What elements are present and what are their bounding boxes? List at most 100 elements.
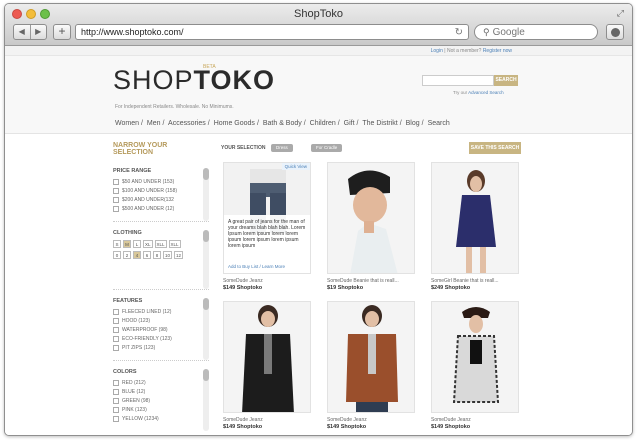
- size-chip[interactable]: XLL: [168, 240, 181, 248]
- filter-option[interactable]: BLUE (12): [113, 388, 209, 397]
- size-chip[interactable]: 10: [163, 251, 173, 259]
- checkbox[interactable]: [113, 326, 119, 333]
- nav-children[interactable]: Children: [310, 120, 336, 127]
- product-price: $149 Shoptoko: [223, 424, 263, 430]
- product-image[interactable]: [327, 301, 415, 413]
- filter-option[interactable]: HOOD (123): [113, 317, 209, 326]
- checkbox[interactable]: [113, 196, 119, 203]
- product-image[interactable]: [327, 162, 415, 274]
- downloads-button[interactable]: [606, 24, 624, 40]
- size-chip[interactable]: 8: [153, 251, 161, 259]
- checkbox[interactable]: [113, 415, 119, 422]
- checkbox[interactable]: [113, 406, 119, 413]
- nav-accessories[interactable]: Accessories: [168, 120, 206, 127]
- size-chip[interactable]: XLL: [154, 240, 167, 248]
- selection-chip[interactable]: For Cradle: [311, 144, 343, 152]
- nav-bath-body[interactable]: Bath & Body: [263, 120, 302, 127]
- product-price: $249 Shoptoko: [431, 285, 471, 291]
- product-name[interactable]: SomeGirl Beanie that is reall...: [431, 278, 519, 284]
- filter-option[interactable]: GREEN (98): [113, 397, 209, 406]
- filter-option[interactable]: RED (212): [113, 379, 209, 388]
- product-image[interactable]: [431, 162, 519, 274]
- product-image[interactable]: [223, 301, 311, 413]
- checkbox[interactable]: [113, 379, 119, 386]
- filter-option[interactable]: PIT ZIPS (123): [113, 344, 209, 353]
- filter-option[interactable]: YELLOW (1234): [113, 415, 209, 424]
- product-photo: [328, 163, 414, 273]
- product-image[interactable]: Quick View A great pair of jeans for the…: [223, 162, 311, 274]
- forward-button[interactable]: ▶: [29, 25, 47, 39]
- register-link[interactable]: Register now: [483, 48, 512, 54]
- filter-option[interactable]: ECO-FRIENDLY (123): [113, 335, 209, 344]
- product-card[interactable]: Quick View A great pair of jeans for the…: [223, 162, 311, 291]
- nav-the-distrikt[interactable]: The Distrikt: [362, 120, 397, 127]
- nav-home-goods[interactable]: Home Goods: [214, 120, 255, 127]
- add-bookmark-button[interactable]: +: [53, 24, 71, 40]
- size-chip[interactable]: 2: [123, 251, 131, 259]
- facet-scrollbar[interactable]: [203, 230, 209, 289]
- filter-option[interactable]: $200 AND UNDER(132: [113, 196, 209, 205]
- product-name[interactable]: SomeDude Jeanz: [223, 278, 311, 284]
- facet-scrollbar[interactable]: [203, 298, 209, 360]
- address-bar[interactable]: http://www.shoptoko.com/ ↻: [75, 24, 469, 40]
- size-chip[interactable]: 4: [133, 251, 141, 259]
- product-name[interactable]: SomeDude Beanie that is reall...: [327, 278, 415, 284]
- site-search-input[interactable]: [422, 75, 494, 86]
- facet-features: FEATURES FLEECED LINED (12) HOOD (123) W…: [113, 298, 209, 361]
- product-area: YOUR SELECTION Dress For Cradle SAVE THI…: [219, 142, 521, 430]
- fullscreen-icon[interactable]: ⤢: [617, 8, 624, 19]
- nav-men[interactable]: Men: [147, 120, 161, 127]
- size-chip[interactable]: 0: [113, 251, 121, 259]
- product-name[interactable]: SomeDude Jeanz: [327, 417, 415, 423]
- buy-list-link[interactable]: Add to Buy List / Learn More: [228, 264, 285, 270]
- selection-chip[interactable]: Dress: [271, 144, 293, 152]
- reload-icon[interactable]: ↻: [455, 25, 463, 40]
- checkbox[interactable]: [113, 317, 119, 324]
- facet-scrollbar[interactable]: [203, 168, 209, 221]
- product-card[interactable]: SomeDude Jeanz $149 Shoptoko: [327, 301, 415, 430]
- checkbox[interactable]: [113, 308, 119, 315]
- option-label: PINK (123): [122, 407, 147, 413]
- checkbox[interactable]: [113, 205, 119, 212]
- nav-search[interactable]: Search: [428, 120, 450, 127]
- browser-search-field[interactable]: ⚲ Google: [474, 24, 598, 40]
- size-chip[interactable]: M: [123, 240, 131, 248]
- facet-scrollbar[interactable]: [203, 369, 209, 431]
- filter-option[interactable]: $100 AND UNDER (158): [113, 187, 209, 196]
- size-chip[interactable]: XL: [143, 240, 153, 248]
- filter-option[interactable]: FLEECED LINED (12): [113, 308, 209, 317]
- filter-option[interactable]: $500 AND UNDER (12): [113, 205, 209, 214]
- product-image[interactable]: [431, 301, 519, 413]
- nav-blog[interactable]: Blog: [406, 120, 420, 127]
- site-search-button[interactable]: SEARCH: [494, 75, 518, 86]
- filter-option[interactable]: WATERPROOF (98): [113, 326, 209, 335]
- checkbox[interactable]: [113, 388, 119, 395]
- login-link[interactable]: Login: [431, 48, 443, 54]
- back-button[interactable]: ◀: [14, 25, 30, 39]
- checkbox[interactable]: [113, 178, 119, 185]
- product-card[interactable]: SomeDude Beanie that is reall... $19 Sho…: [327, 162, 415, 291]
- product-card[interactable]: SomeDude Jeanz $149 Shoptoko: [431, 301, 519, 430]
- filter-option[interactable]: PINK (123): [113, 406, 209, 415]
- product-card[interactable]: SomeDude Jeanz $149 Shoptoko: [223, 301, 311, 430]
- product-name[interactable]: SomeDude Jeanz: [223, 417, 311, 423]
- checkbox[interactable]: [113, 187, 119, 194]
- nav-gift[interactable]: Gift: [344, 120, 355, 127]
- facet-price: PRICE RANGE $50 AND UNDER (153) $100 AND…: [113, 168, 209, 222]
- checkbox[interactable]: [113, 344, 119, 351]
- site-logo[interactable]: SHOPTOKO: [113, 65, 275, 96]
- product-name[interactable]: SomeDude Jeanz: [431, 417, 519, 423]
- filter-option[interactable]: $50 AND UNDER (153): [113, 178, 209, 187]
- checkbox[interactable]: [113, 397, 119, 404]
- size-chip[interactable]: S: [113, 240, 121, 248]
- size-chip[interactable]: 6: [143, 251, 151, 259]
- product-card[interactable]: SomeGirl Beanie that is reall... $249 Sh…: [431, 162, 519, 291]
- checkbox[interactable]: [113, 335, 119, 342]
- advanced-search-link[interactable]: Advanced Search: [468, 90, 504, 95]
- size-chip[interactable]: 12: [174, 251, 184, 259]
- quick-view-button[interactable]: Quick View: [281, 163, 310, 170]
- window-title: ShopToko: [294, 8, 343, 20]
- size-chip[interactable]: L: [133, 240, 141, 248]
- nav-women[interactable]: Women: [115, 120, 139, 127]
- save-search-button[interactable]: SAVE THIS SEARCH: [469, 142, 521, 154]
